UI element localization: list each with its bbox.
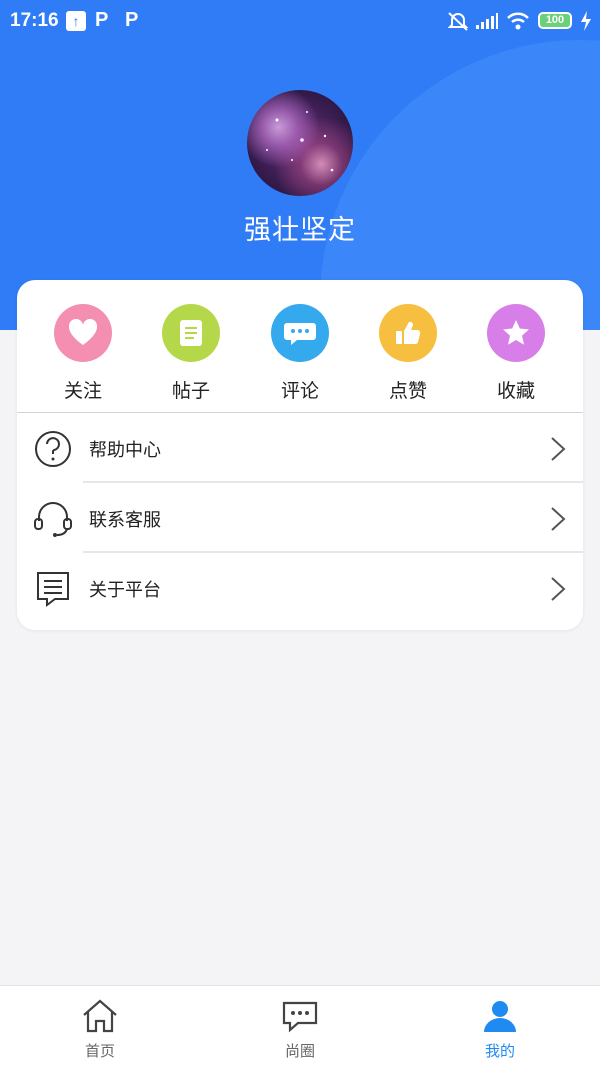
star-icon bbox=[487, 304, 545, 362]
home-icon bbox=[83, 999, 117, 1033]
menu-divider bbox=[83, 481, 583, 483]
mute-bell-icon bbox=[447, 12, 469, 31]
tab-label: 尚圈 bbox=[284, 1042, 315, 1060]
username: 强壮坚定 bbox=[244, 215, 356, 246]
quick-action-label: 评论 bbox=[280, 380, 319, 402]
notification-p-icon: P bbox=[95, 9, 109, 31]
card-divider bbox=[17, 412, 583, 413]
bottom-tab-bar: 首页 尚圈 我的 bbox=[0, 985, 600, 1068]
quick-action-comments[interactable]: 评论 bbox=[250, 304, 350, 404]
menu-item-help[interactable]: 帮助中心 bbox=[17, 415, 583, 483]
quick-action-label: 收藏 bbox=[496, 380, 535, 402]
quick-action-label: 关注 bbox=[63, 380, 102, 402]
quick-action-follow[interactable]: 关注 bbox=[33, 304, 133, 404]
quick-action-label: 点赞 bbox=[388, 380, 427, 402]
document-list-icon bbox=[37, 572, 69, 607]
tab-circle[interactable]: 尚圈 bbox=[200, 986, 400, 1068]
tab-home[interactable]: 首页 bbox=[0, 986, 200, 1068]
menu-item-contact-service[interactable]: 联系客服 bbox=[17, 485, 583, 553]
tab-label: 我的 bbox=[484, 1042, 515, 1060]
chat-bubble-icon bbox=[271, 304, 329, 362]
message-icon bbox=[282, 1001, 318, 1033]
quick-action-likes[interactable]: 点赞 bbox=[358, 304, 458, 404]
document-icon bbox=[162, 304, 220, 362]
quick-action-favorites[interactable]: 收藏 bbox=[466, 304, 566, 404]
menu-item-label: 帮助中心 bbox=[89, 440, 161, 461]
menu-item-about[interactable]: 关于平台 bbox=[17, 555, 583, 623]
quick-action-posts[interactable]: 帖子 bbox=[141, 304, 241, 404]
status-bar: 17:16 ↑ P P 100 bbox=[0, 0, 600, 42]
tab-label: 首页 bbox=[84, 1042, 115, 1060]
menu-divider bbox=[83, 551, 583, 553]
upload-arrow-icon: ↑ bbox=[66, 11, 86, 31]
user-icon bbox=[484, 1001, 516, 1032]
chevron-right-icon bbox=[551, 437, 566, 461]
tab-mine[interactable]: 我的 bbox=[400, 986, 600, 1068]
heart-icon bbox=[54, 304, 112, 362]
status-time: 17:16 bbox=[10, 10, 59, 31]
notification-p-icon: P bbox=[125, 9, 139, 31]
wifi-icon bbox=[507, 12, 529, 30]
chevron-right-icon bbox=[551, 577, 566, 601]
quick-actions: 关注 帖子 评论 点赞 收藏 bbox=[17, 280, 583, 412]
question-circle-icon bbox=[35, 431, 71, 467]
menu-item-label: 关于平台 bbox=[89, 580, 161, 601]
quick-action-label: 帖子 bbox=[171, 380, 210, 402]
headset-icon bbox=[34, 502, 72, 537]
profile-card: 关注 帖子 评论 点赞 收藏 帮助中心 联系客服 关于平台 bbox=[17, 280, 583, 630]
battery-icon: 100 bbox=[538, 12, 572, 29]
signal-icon bbox=[476, 13, 498, 29]
thumbs-up-icon bbox=[379, 304, 437, 362]
menu-item-label: 联系客服 bbox=[89, 510, 161, 531]
chevron-right-icon bbox=[551, 507, 566, 531]
avatar[interactable] bbox=[247, 90, 353, 196]
charging-icon bbox=[581, 11, 591, 31]
galaxy-avatar-image bbox=[266, 111, 334, 172]
